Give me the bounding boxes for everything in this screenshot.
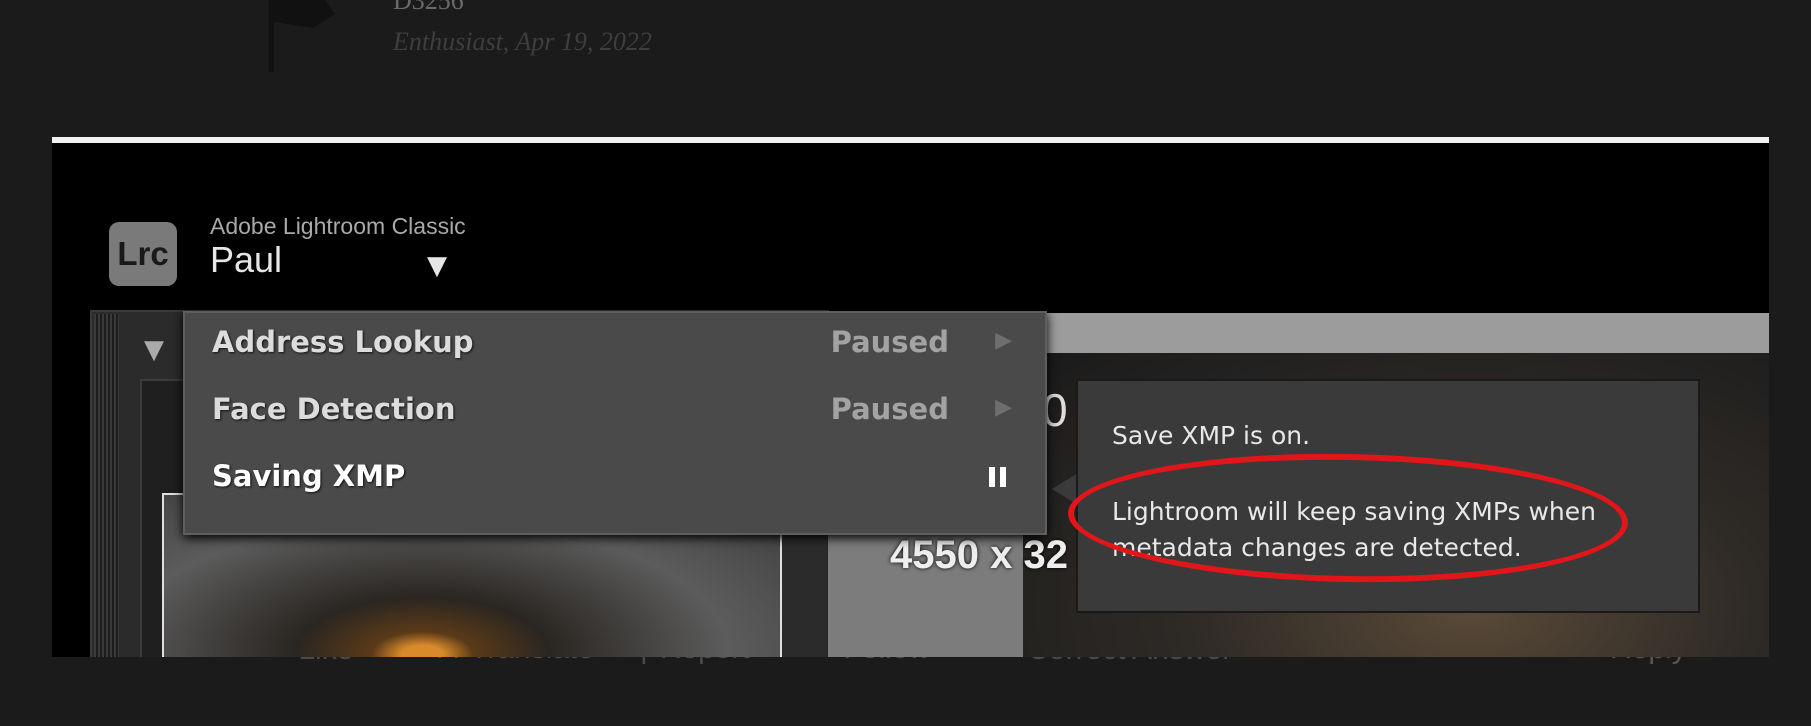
play-icon[interactable]: ▶ [995,395,1012,420]
app-name: Adobe Lightroom Classic [210,213,466,239]
pause-icon[interactable] [989,467,1007,487]
photo-dimensions: 4550 x 32 [890,533,1068,577]
menu-item-address-lookup[interactable]: Address Lookup Paused ▶ [185,313,1045,373]
caret-down-icon[interactable]: ▼ [427,251,447,281]
menu-item-status: Paused [830,392,949,426]
avatar [269,0,335,72]
panel-collapse-icon[interactable]: ▼ [144,335,164,365]
menu-item-status: Paused [830,325,949,359]
identity-plate-user[interactable]: Paul [210,239,282,281]
menu-item-label: Saving XMP [212,459,406,493]
menu-item-saving-xmp[interactable]: Saving XMP [185,447,1045,507]
menu-item-label: Address Lookup [212,325,474,359]
menu-item-label: Face Detection [212,392,456,426]
post-author-name[interactable]: D3256 [393,0,464,16]
menu-item-face-detection[interactable]: Face Detection Paused ▶ [185,380,1045,440]
activity-center-menu: Address Lookup Paused ▶ Face Detection P… [183,311,1047,535]
panel-edge [94,314,119,657]
tooltip-title: Save XMP is on. [1112,421,1311,450]
post-meta: Enthusiast, Apr 19, 2022 [393,27,652,56]
lightroom-logo: Lrc [109,222,177,286]
play-icon[interactable]: ▶ [995,328,1012,353]
embedded-screenshot: Lrc Adobe Lightroom Classic Paul ▼ ▼ 0 4… [52,137,1769,657]
